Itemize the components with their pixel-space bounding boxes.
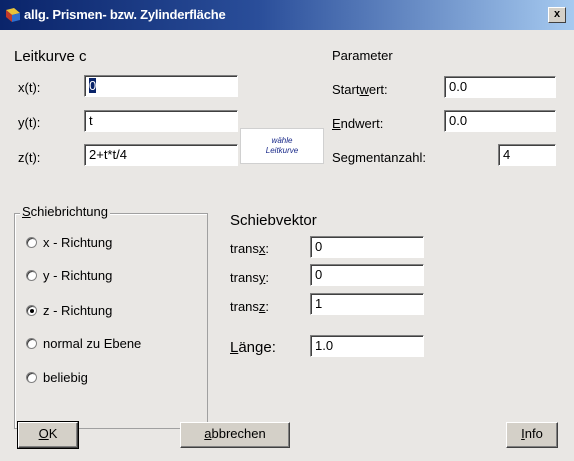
end-label: Endwert:	[332, 116, 384, 131]
y-label: y(t):	[18, 115, 41, 130]
cancel-button[interactable]: abbrechen	[180, 422, 290, 448]
app-icon	[6, 8, 20, 22]
radio-z-direction[interactable]: z - Richtung	[26, 303, 112, 318]
radio-arbitrary-dot[interactable]	[26, 372, 37, 383]
z-label: z(t):	[18, 150, 41, 165]
dialog-client: Leitkurve c x(t): 0 y(t): t z(t): 2+t*t/…	[0, 30, 574, 461]
radio-normal-label: normal zu Ebene	[43, 336, 142, 351]
info-button[interactable]: Info	[506, 422, 558, 448]
radio-x-direction[interactable]: x - Richtung	[26, 235, 112, 250]
choose-curve-button[interactable]: wähle Leitkurve	[240, 128, 324, 164]
choose-curve-line2: Leitkurve	[265, 146, 299, 155]
z-input[interactable]: 2+t*t/4	[84, 144, 238, 166]
transz-label: transz:	[230, 299, 270, 314]
radio-normal-plane[interactable]: normal zu Ebene	[26, 336, 141, 351]
ok-button[interactable]: OK	[17, 421, 79, 449]
radio-y-direction[interactable]: y - Richtung	[26, 268, 112, 283]
radio-z-dot[interactable]	[26, 305, 37, 316]
choose-curve-line1: wähle	[271, 136, 293, 145]
transy-input[interactable]: 0	[310, 264, 424, 286]
transz-input[interactable]: 1	[310, 293, 424, 315]
radio-normal-dot[interactable]	[26, 338, 37, 349]
transx-label: transx:	[230, 241, 270, 256]
leitkurve-heading: Leitkurve c	[14, 48, 87, 65]
radio-x-dot[interactable]	[26, 237, 37, 248]
dialog-window: allg. Prismen- bzw. Zylinderfläche x Lei…	[0, 0, 574, 461]
transx-input[interactable]: 0	[310, 236, 424, 258]
start-input[interactable]: 0.0	[444, 76, 556, 98]
segments-input[interactable]: 4	[498, 144, 556, 166]
x-value: 0	[89, 78, 97, 93]
window-title: allg. Prismen- bzw. Zylinderfläche	[24, 7, 226, 22]
radio-arbitrary-label: beliebig	[43, 370, 88, 385]
radio-arbitrary[interactable]: beliebig	[26, 370, 88, 385]
parameter-heading: Parameter	[332, 48, 393, 63]
radio-y-label: y - Richtung	[43, 268, 113, 283]
x-label: x(t):	[18, 80, 41, 95]
end-input[interactable]: 0.0	[444, 110, 556, 132]
y-input[interactable]: t	[84, 110, 238, 132]
vector-heading: Schiebvektor	[230, 212, 317, 229]
segments-label: Segmentanzahl:	[332, 150, 426, 165]
radio-y-dot[interactable]	[26, 270, 37, 281]
start-label: Startwert:	[332, 82, 388, 97]
radio-x-label: x - Richtung	[43, 235, 113, 250]
radio-z-label: z - Richtung	[43, 303, 113, 318]
x-input[interactable]: 0	[84, 75, 238, 97]
length-label: Länge:	[230, 339, 276, 356]
transy-label: transy:	[230, 270, 270, 285]
close-button[interactable]: x	[548, 7, 566, 23]
length-input[interactable]: 1.0	[310, 335, 424, 357]
direction-group-title: Schiebrichtung	[20, 204, 110, 219]
title-bar[interactable]: allg. Prismen- bzw. Zylinderfläche x	[0, 0, 574, 30]
